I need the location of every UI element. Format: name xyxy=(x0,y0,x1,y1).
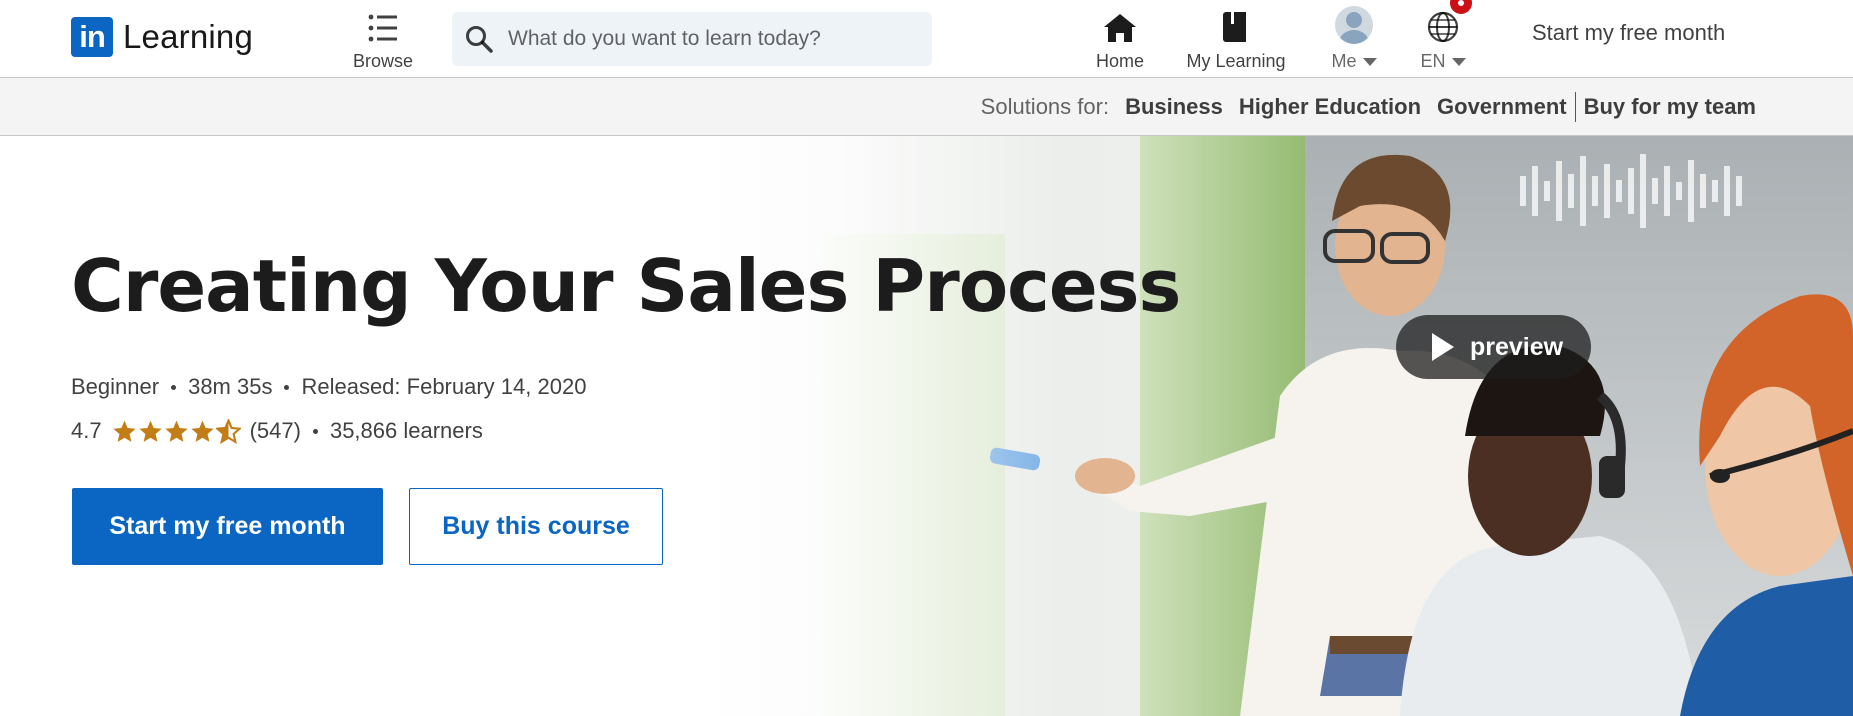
search-bar[interactable] xyxy=(452,12,932,66)
logo-mark: in xyxy=(71,17,113,57)
start-free-month-link[interactable]: Start my free month xyxy=(1532,20,1725,46)
star-rating xyxy=(112,418,242,444)
buy-course-button[interactable]: Buy this course xyxy=(409,488,663,565)
caret-down-icon xyxy=(1362,58,1377,67)
rating-count: (547) xyxy=(249,418,301,443)
language-menu[interactable]: EN xyxy=(1418,0,1474,78)
home-icon xyxy=(1102,0,1138,44)
star-icon xyxy=(112,420,136,442)
list-icon xyxy=(367,0,399,44)
my-learning-button[interactable]: My Learning xyxy=(1184,0,1288,78)
course-rating-row: 4.7 (547) 35,866 learners xyxy=(71,418,483,444)
solutions-link-higher-education[interactable]: Higher Education xyxy=(1239,94,1421,120)
rating-value: 4.7 xyxy=(71,418,102,443)
star-icon xyxy=(164,420,188,442)
globe-icon xyxy=(1427,11,1459,43)
learner-count: 35,866 learners xyxy=(329,418,483,443)
avatar xyxy=(1335,6,1373,44)
preview-label: preview xyxy=(1470,332,1564,361)
home-label: Home xyxy=(1096,51,1145,71)
course-hero: Creating Your Sales Process Beginner 38m… xyxy=(0,136,1853,716)
course-level: Beginner xyxy=(71,374,160,399)
hero-fade xyxy=(680,136,1060,716)
solutions-bar: Solutions for: Business Higher Education… xyxy=(0,78,1853,136)
solutions-link-buy-for-team[interactable]: Buy for my team xyxy=(1584,94,1756,120)
solutions-link-government[interactable]: Government xyxy=(1437,94,1567,120)
solutions-link-business[interactable]: Business xyxy=(1125,94,1223,120)
home-button[interactable]: Home xyxy=(1096,0,1144,78)
logo-text: Learning xyxy=(123,18,254,55)
course-duration: 38m 35s xyxy=(188,374,273,399)
my-learning-label: My Learning xyxy=(1186,51,1286,71)
bullet-separator xyxy=(312,428,318,434)
star-icon xyxy=(190,420,214,442)
top-nav: in Learning Browse Home xyxy=(0,0,1853,78)
me-label: Me xyxy=(1331,51,1377,72)
course-meta: Beginner 38m 35s Released: February 14, … xyxy=(71,374,586,400)
book-icon xyxy=(1222,0,1250,44)
half-star-icon xyxy=(215,418,241,444)
caret-down-icon xyxy=(1451,58,1466,67)
preview-button[interactable]: preview xyxy=(1396,315,1591,379)
divider xyxy=(1574,92,1576,122)
search-input[interactable] xyxy=(508,12,928,66)
bullet-separator xyxy=(284,384,290,390)
course-title: Creating Your Sales Process xyxy=(71,244,1181,328)
course-release-date: Released: February 14, 2020 xyxy=(301,374,587,399)
search-icon xyxy=(466,26,493,53)
play-icon xyxy=(1432,333,1454,361)
start-free-month-button[interactable]: Start my free month xyxy=(72,488,383,565)
solutions-label: Solutions for: xyxy=(980,94,1110,119)
language-label: EN xyxy=(1420,51,1466,72)
browse-label: Browse xyxy=(352,51,414,71)
bullet-separator xyxy=(171,384,177,390)
linkedin-learning-logo[interactable]: in Learning xyxy=(71,17,253,57)
star-icon xyxy=(138,420,162,442)
me-menu[interactable]: Me xyxy=(1326,0,1382,78)
browse-button[interactable]: Browse xyxy=(349,0,417,78)
